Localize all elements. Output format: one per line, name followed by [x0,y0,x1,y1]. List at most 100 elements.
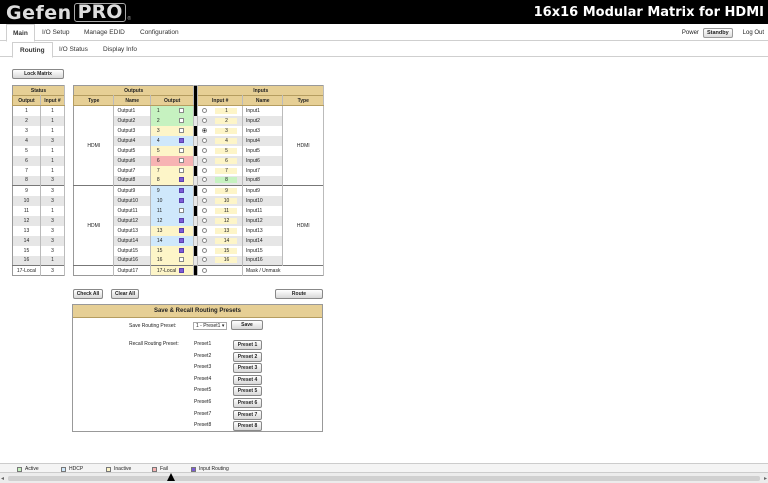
recall-preset-button[interactable]: Preset 1 [233,340,262,350]
check-all-button[interactable]: Check All [73,289,103,299]
recall-preset-button[interactable]: Preset 3 [233,363,262,374]
input-radio[interactable] [202,227,208,233]
input-radio[interactable] [202,107,208,113]
output-checkbox[interactable] [178,107,184,113]
output-number: 8 [156,177,160,184]
output-type-cell: HDMI [73,105,115,186]
input-name-cell: Input2 [242,115,284,126]
status-row: 15 3 [12,245,66,256]
output-number: 13 [156,227,163,234]
input-number-cell: 12 [197,215,243,226]
recall-preset-button[interactable]: Preset 2 [233,351,262,362]
preset-name: Preset8 [194,422,212,429]
input-radio[interactable] [202,147,208,153]
clear-all-button[interactable]: Clear All [111,289,139,299]
input-number: 10 [215,197,238,204]
output-checkbox[interactable] [178,187,184,193]
recall-preset-button[interactable]: Preset 7 [233,409,262,420]
output-checkbox[interactable] [178,227,184,233]
input-radio[interactable] [202,167,208,173]
output-number-cell: 1 [150,105,195,116]
mask-radio[interactable] [202,267,208,273]
status-legend: Active HDCP Inactive Fail Input Routing [0,463,768,472]
input-radio[interactable] [202,247,208,253]
save-preset-button[interactable]: Save [231,320,263,330]
output-checkbox[interactable] [178,247,184,253]
mouse-cursor-icon [167,473,175,481]
output-number-cell: 4 [150,135,195,146]
output-number: 1 [156,107,160,114]
status-row: 10 3 [12,195,66,206]
output-checkbox[interactable] [178,267,184,273]
recall-preset-button[interactable]: Preset 5 [233,386,262,397]
output-checkbox[interactable] [178,237,184,243]
output-checkbox[interactable] [178,117,184,123]
output-checkbox[interactable] [178,257,184,263]
tab-io-status[interactable]: I/O Status [52,42,95,57]
horizontal-scrollbar[interactable]: ◂ ▸ [0,472,768,483]
input-radio[interactable] [202,137,208,143]
status-row: 13 3 [12,225,66,236]
lock-matrix-button[interactable]: Lock Matrix [12,69,64,79]
tab-manage-edid[interactable]: Manage EDID [78,24,131,41]
input-radio[interactable] [202,217,208,223]
output-checkbox[interactable] [178,177,184,183]
input-number-cell: 1 [197,105,243,116]
scroll-left-icon[interactable]: ◂ [1,475,4,482]
legend-swatch [152,466,157,472]
status-output-cell: 7 [12,165,41,176]
recall-preset-button[interactable]: Preset 6 [233,398,262,408]
input-radio[interactable] [202,177,208,183]
output-name-cell: Output4 [113,135,151,146]
tab-io-setup[interactable]: I/O Setup [36,24,75,41]
output-checkbox[interactable] [178,217,184,223]
output-name-cell: Output10 [113,195,151,206]
scroll-thumb[interactable] [8,476,760,481]
input-radio[interactable] [202,237,208,243]
tab-configuration[interactable]: Configuration [134,24,185,41]
status-input-cell: 1 [40,255,66,266]
status-row: 11 1 [12,205,66,216]
output-type-cell: HDMI [73,185,115,266]
output-checkbox[interactable] [178,157,184,163]
input-radio[interactable] [202,197,208,203]
input-radio[interactable] [202,207,208,213]
input-number: 6 [215,157,238,164]
output-checkbox[interactable] [178,147,184,153]
matrix-row: HDMI Output1 1 1 Input1 HDMI [73,105,324,186]
input-number-cell: 7 [197,165,243,176]
scroll-right-icon[interactable]: ▸ [764,475,767,482]
output-checkbox[interactable] [178,207,184,213]
power-controls: Power Standby Log Out [682,27,764,38]
status-row: 51 [12,145,66,156]
route-button[interactable]: Route [275,289,323,299]
output-checkbox[interactable] [178,137,184,143]
input-name-cell: Input11 [242,205,284,216]
recall-preset-button[interactable]: Preset 4 [233,374,262,385]
preset-select[interactable]: 1 - Preset1 ▾ [193,322,228,330]
input-radio[interactable] [202,187,208,193]
input-radio[interactable] [202,117,208,123]
tab-display-info[interactable]: Display Info [96,42,144,57]
logout-link[interactable]: Log Out [743,30,764,36]
input-radio[interactable] [202,157,208,163]
input-number: 2 [215,117,238,124]
input-name-cell: Input6 [242,155,284,166]
input-radio[interactable] [202,257,208,263]
recall-preset-button[interactable]: Preset 8 [233,421,262,432]
status-output-cell: 15 [12,245,41,256]
standby-button[interactable]: Standby [702,27,733,38]
output-name-cell: Output12 [113,215,151,226]
output-number-cell: 12 [150,215,195,226]
status-output-cell: 10 [12,195,41,206]
output-checkbox[interactable] [178,127,184,133]
status-input-cell: 3 [40,265,66,276]
tab-routing[interactable]: Routing [12,42,53,58]
input-number: 13 [215,227,238,234]
input-radio[interactable] [202,127,208,133]
status-row: 21 [12,115,66,126]
output-checkbox[interactable] [178,197,184,203]
input-name-cell: Input7 [242,165,284,176]
output-checkbox[interactable] [178,167,184,173]
tab-main[interactable]: Main [6,24,35,42]
